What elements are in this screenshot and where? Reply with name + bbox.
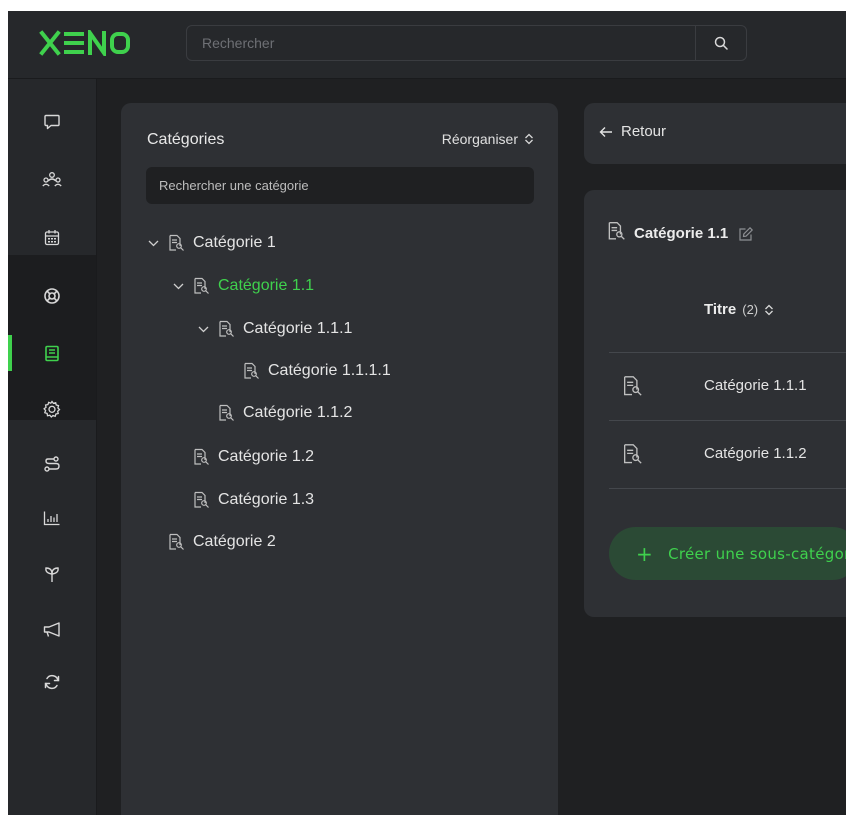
document-search-icon xyxy=(606,221,626,246)
create-subcategory-label: Créer une sous-catégorie xyxy=(668,544,846,563)
arrow-left-icon xyxy=(599,126,612,137)
chevron-down-icon[interactable] xyxy=(172,283,184,290)
edit-icon[interactable] xyxy=(738,226,754,242)
title-column-header[interactable]: Titre (2) xyxy=(704,301,774,318)
document-search-icon xyxy=(192,277,210,295)
chevron-down-icon[interactable] xyxy=(147,240,159,247)
detail-header: Catégorie 1.1 xyxy=(606,221,754,246)
sidebar-item-knowledge-base[interactable] xyxy=(8,332,96,374)
tree-node-categorie-1-1-1[interactable]: Catégorie 1.1.1 xyxy=(197,315,352,343)
tree-node-label: Catégorie 2 xyxy=(193,533,276,550)
tree-node-label: Catégorie 1.1 xyxy=(218,277,315,294)
sidebar-item-campaigns[interactable] xyxy=(8,608,96,650)
sidebar-item-settings[interactable] xyxy=(8,388,96,430)
back-button[interactable]: Retour xyxy=(599,123,666,140)
route-icon xyxy=(44,456,60,472)
sort-icon[interactable] xyxy=(764,304,774,316)
table-row[interactable]: Catégorie 1.1.2 xyxy=(609,421,846,488)
document-search-icon xyxy=(192,448,210,466)
users-icon xyxy=(42,172,62,187)
tree-node-label: Catégorie 1.1.1 xyxy=(243,320,353,337)
back-bar: Retour xyxy=(584,103,846,164)
sidebar-item-growth[interactable] xyxy=(8,553,96,595)
sidebar-item-routes[interactable] xyxy=(8,443,96,485)
sidebar-item-calendar[interactable] xyxy=(8,216,96,258)
document-search-icon xyxy=(167,234,185,252)
xeno-logo-icon xyxy=(39,30,130,56)
reorganize-button[interactable]: Réorganiser xyxy=(442,131,534,147)
sidebar-item-chat[interactable] xyxy=(8,101,96,143)
document-search-icon xyxy=(621,375,643,402)
sidebar-item-statistics[interactable] xyxy=(8,497,96,539)
table-row[interactable]: Catégorie 1.1.1 xyxy=(609,353,846,420)
tree-node-label: Catégorie 1 xyxy=(193,234,276,251)
chat-icon xyxy=(44,114,60,130)
megaphone-icon xyxy=(43,621,60,637)
tree-node-categorie-1-1-2[interactable]: Catégorie 1.1.2 xyxy=(197,399,352,427)
sort-icon xyxy=(525,133,533,145)
search-icon xyxy=(714,36,728,50)
sidebar-item-support[interactable] xyxy=(8,275,96,317)
document-search-icon xyxy=(242,362,260,380)
category-detail-card: Catégorie 1.1 Titre (2) Catégorie 1.1.1 … xyxy=(584,190,846,617)
calendar-icon xyxy=(44,229,60,245)
create-subcategory-button[interactable]: + Créer une sous-catégorie xyxy=(609,527,846,580)
column-title: Titre xyxy=(704,301,737,318)
tree-node-categorie-1-3[interactable]: Catégorie 1.3 xyxy=(172,486,314,514)
document-search-icon xyxy=(621,443,643,470)
tree-node-categorie-1-1[interactable]: Catégorie 1.1 xyxy=(172,272,314,300)
app-window: Catégories Réorganiser Catégorie 1 Catég… xyxy=(8,11,846,815)
bar-chart-icon xyxy=(43,511,60,526)
sidebar xyxy=(8,79,97,815)
search-input[interactable] xyxy=(187,26,697,60)
reorganize-label: Réorganiser xyxy=(441,131,518,147)
detail-title: Catégorie 1.1 xyxy=(634,225,729,242)
plus-icon: + xyxy=(636,541,654,566)
tree-node-categorie-1-1-1-1[interactable]: Catégorie 1.1.1.1 xyxy=(222,357,391,385)
tree-node-categorie-2[interactable]: Catégorie 2 xyxy=(147,528,276,556)
categories-panel: Catégories Réorganiser Catégorie 1 Catég… xyxy=(121,103,558,815)
document-search-icon xyxy=(217,320,235,338)
global-search xyxy=(186,25,747,61)
sync-icon xyxy=(44,674,60,690)
sidebar-item-users[interactable] xyxy=(8,159,96,201)
sidebar-item-sync[interactable] xyxy=(8,661,96,703)
column-count: (2) xyxy=(742,302,759,317)
app-logo[interactable] xyxy=(39,25,131,61)
lifebuoy-icon xyxy=(44,288,60,304)
document-search-icon xyxy=(192,491,210,509)
gear-icon xyxy=(43,400,61,418)
top-bar xyxy=(8,11,846,79)
book-icon xyxy=(45,345,59,361)
document-search-icon xyxy=(167,533,185,551)
tree-node-label: Catégorie 1.1.2 xyxy=(243,404,353,421)
category-search-input[interactable] xyxy=(146,167,534,204)
row-title: Catégorie 1.1.1 xyxy=(704,377,807,394)
tree-node-label: Catégorie 1.3 xyxy=(218,491,315,508)
divider xyxy=(609,488,846,489)
search-button[interactable] xyxy=(695,26,746,60)
tree-node-categorie-1-2[interactable]: Catégorie 1.2 xyxy=(172,443,314,471)
document-search-icon xyxy=(217,404,235,422)
tree-node-label: Catégorie 1.1.1.1 xyxy=(268,362,391,379)
sprout-icon xyxy=(45,567,59,582)
back-label: Retour xyxy=(621,123,667,140)
categories-title: Catégories xyxy=(147,131,225,148)
chevron-down-icon[interactable] xyxy=(197,326,209,333)
tree-node-label: Catégorie 1.2 xyxy=(218,448,315,465)
tree-node-categorie-1[interactable]: Catégorie 1 xyxy=(147,229,276,257)
row-title: Catégorie 1.1.2 xyxy=(704,445,807,462)
